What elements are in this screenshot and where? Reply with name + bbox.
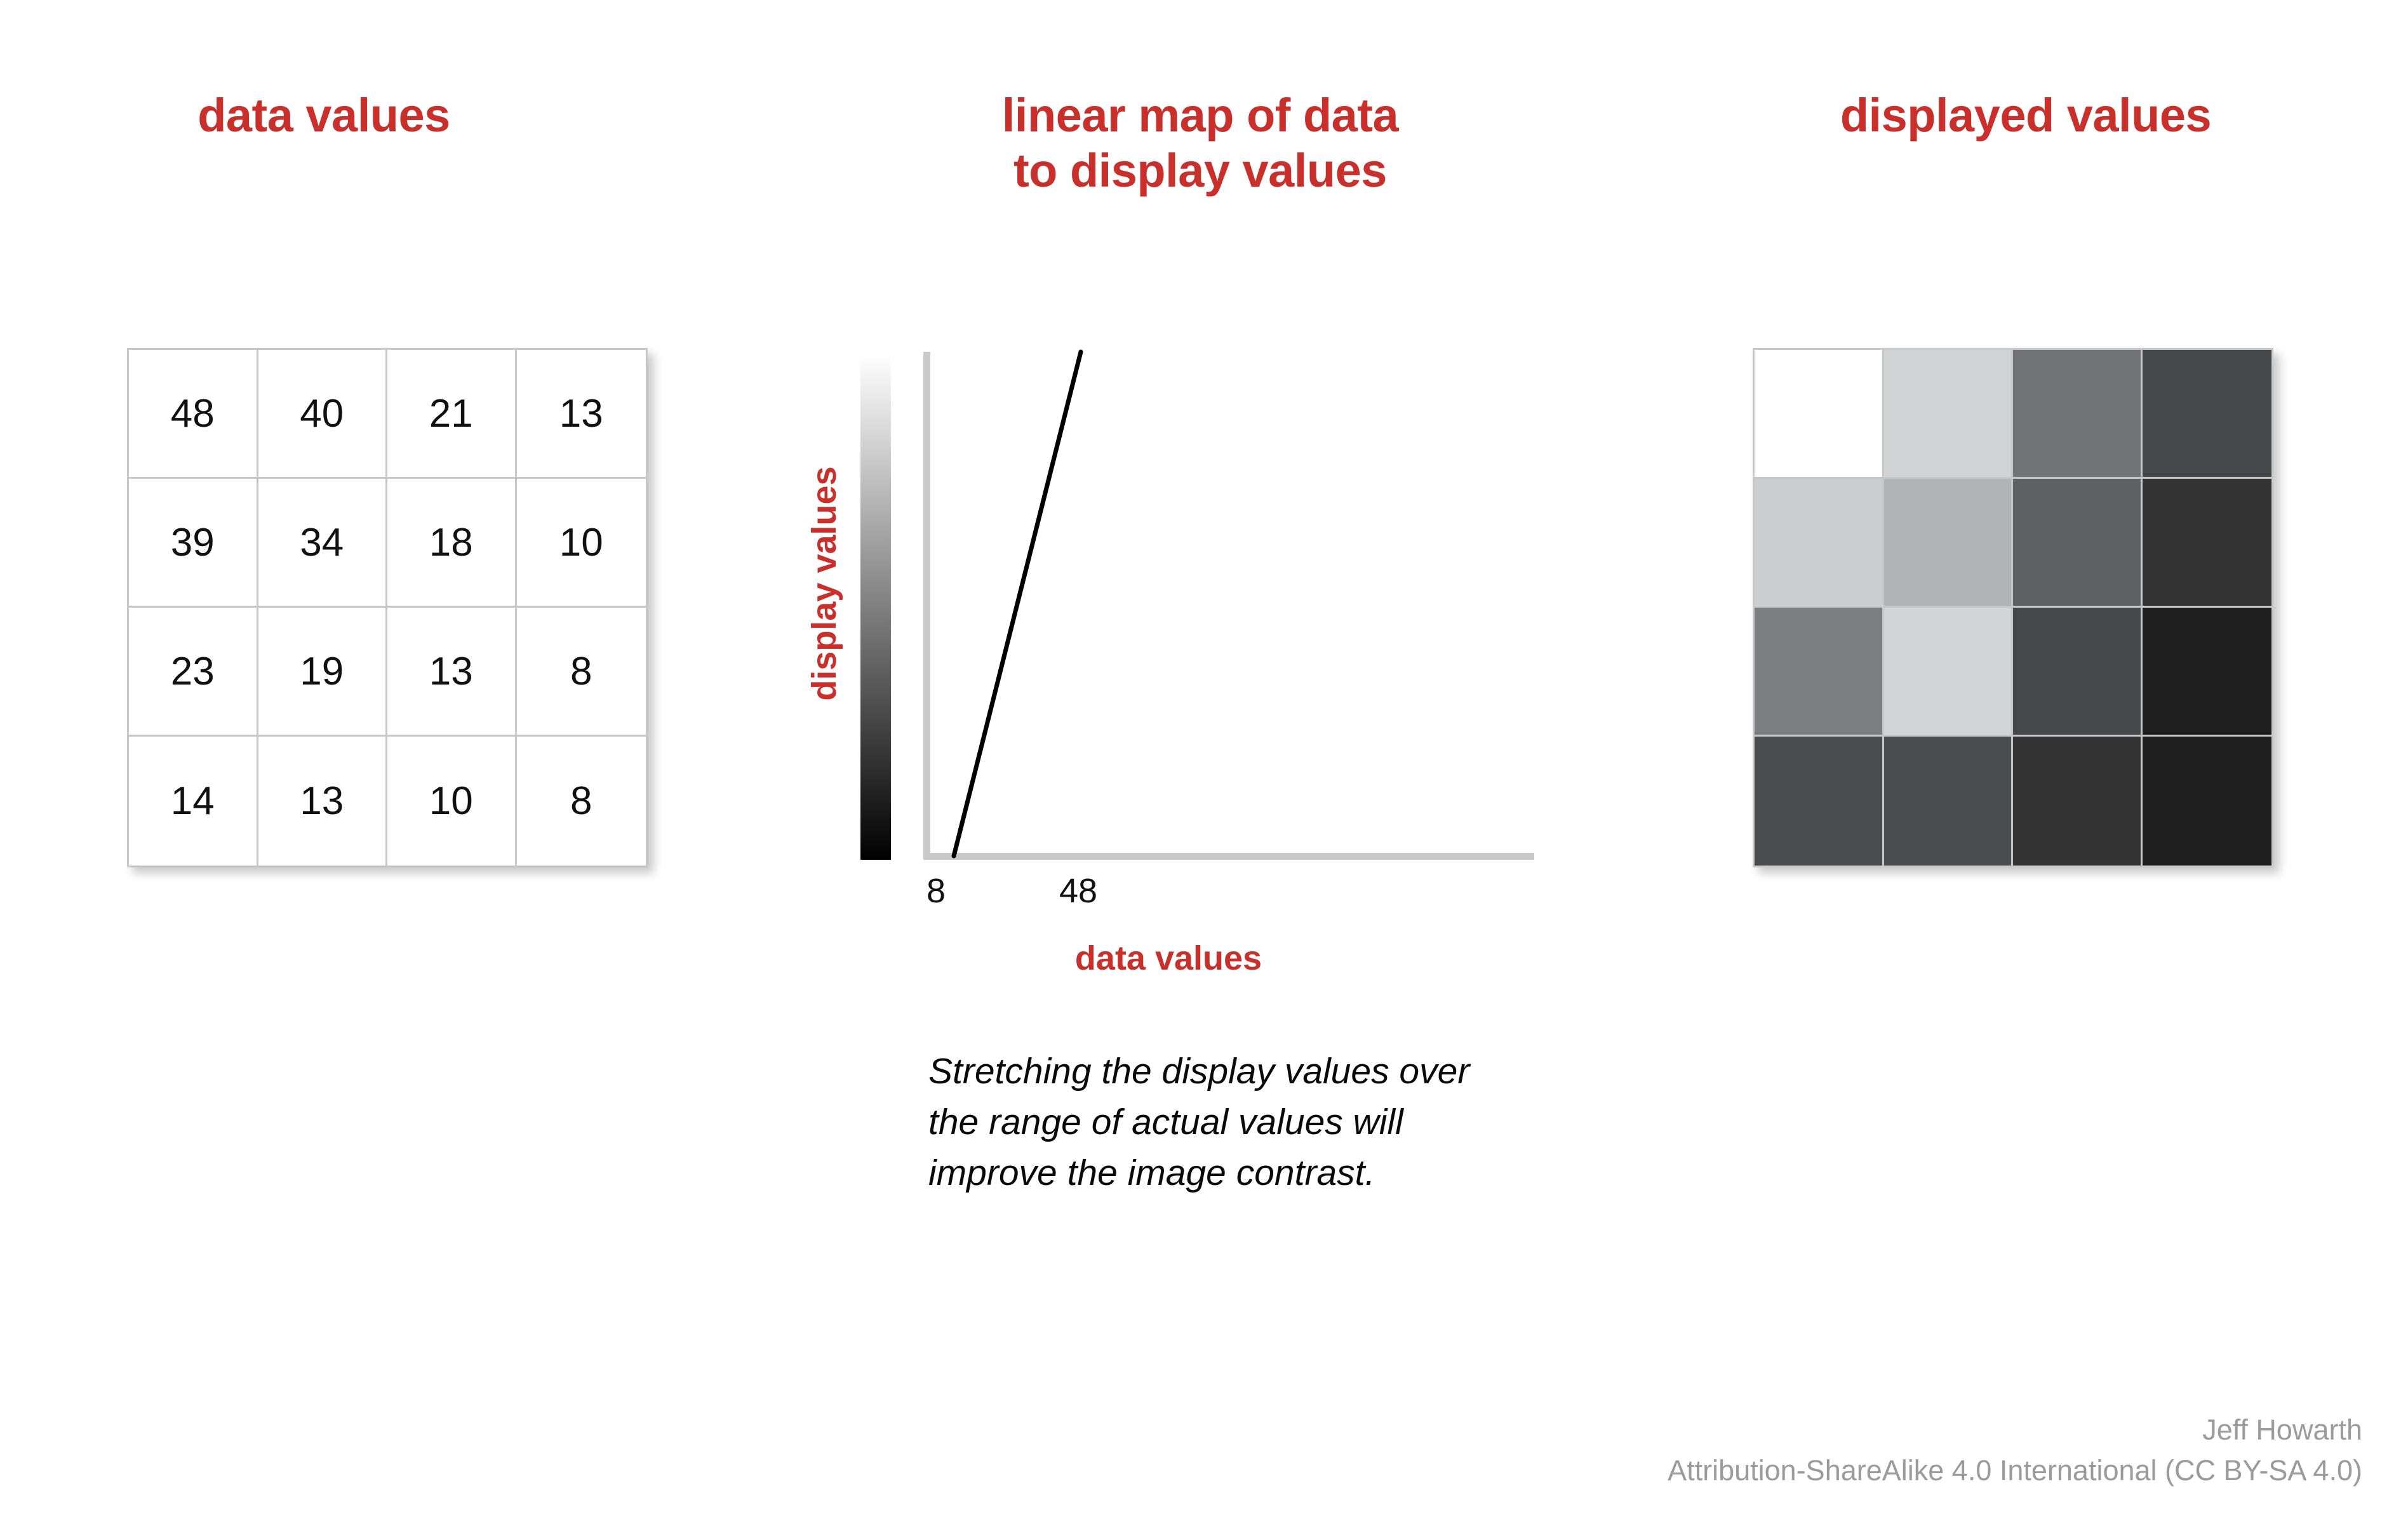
data-cell: 40	[258, 350, 387, 479]
display-swatch	[2013, 479, 2143, 608]
page-title-displayed-values: displayed values	[1840, 89, 2212, 142]
data-cell: 18	[387, 479, 517, 608]
linear-map-title-line-1: linear map of data	[1001, 89, 1399, 142]
display-swatch	[2142, 608, 2271, 737]
linear-map-plot: display values	[787, 343, 1549, 870]
display-swatch	[1755, 737, 1884, 866]
data-cell: 13	[258, 737, 387, 866]
display-swatch	[1755, 479, 1884, 608]
attribution-footer: Jeff Howarth Attribution-ShareAlike 4.0 …	[1668, 1410, 2362, 1491]
data-cell: 10	[387, 737, 517, 866]
data-cell: 13	[516, 350, 646, 479]
display-swatch	[2142, 350, 2271, 479]
display-swatch	[1883, 350, 2013, 479]
displayed-values-matrix	[1753, 348, 2273, 867]
x-axis-label: data values	[1074, 939, 1262, 977]
data-cell: 23	[129, 608, 258, 737]
data-cell: 14	[129, 737, 258, 866]
display-swatch	[2142, 737, 2271, 866]
display-swatch	[2013, 737, 2143, 866]
data-cell: 21	[387, 350, 517, 479]
footer-author: Jeff Howarth	[2202, 1414, 2362, 1447]
data-values-matrix: 48 40 21 13 39 34 18 10 23 19 13 8 14 13…	[127, 348, 648, 867]
linear-map-title-line-2: to display values	[1013, 144, 1387, 197]
data-cell: 39	[129, 479, 258, 608]
data-cell: 8	[516, 608, 646, 737]
x-axis-tick-min: 8	[926, 872, 946, 910]
explanatory-caption: Stretching the display values over the r…	[928, 1051, 1470, 1193]
display-swatch	[2013, 350, 2143, 479]
linear-mapping-line	[951, 349, 1083, 859]
data-cell: 8	[570, 779, 592, 823]
footer-license: Attribution-ShareAlike 4.0 International…	[1668, 1454, 2362, 1487]
display-swatch	[1883, 737, 2013, 866]
data-cell: 34	[258, 479, 387, 608]
display-swatch	[1755, 350, 1884, 479]
display-swatch	[1755, 608, 1884, 737]
display-swatch	[2142, 479, 2271, 608]
x-axis-tick-max: 48	[1059, 872, 1098, 910]
page-title-data-values: data values	[197, 89, 450, 142]
display-swatch	[1883, 479, 2013, 608]
data-cell: 13	[387, 608, 517, 737]
page-title-linear-map: linear map of data to display values	[845, 88, 1556, 199]
data-cell: 19	[258, 608, 387, 737]
data-cell: 48	[129, 350, 258, 479]
display-swatch	[1883, 608, 2013, 737]
data-cell: 10	[516, 479, 646, 608]
display-swatch	[2013, 608, 2143, 737]
